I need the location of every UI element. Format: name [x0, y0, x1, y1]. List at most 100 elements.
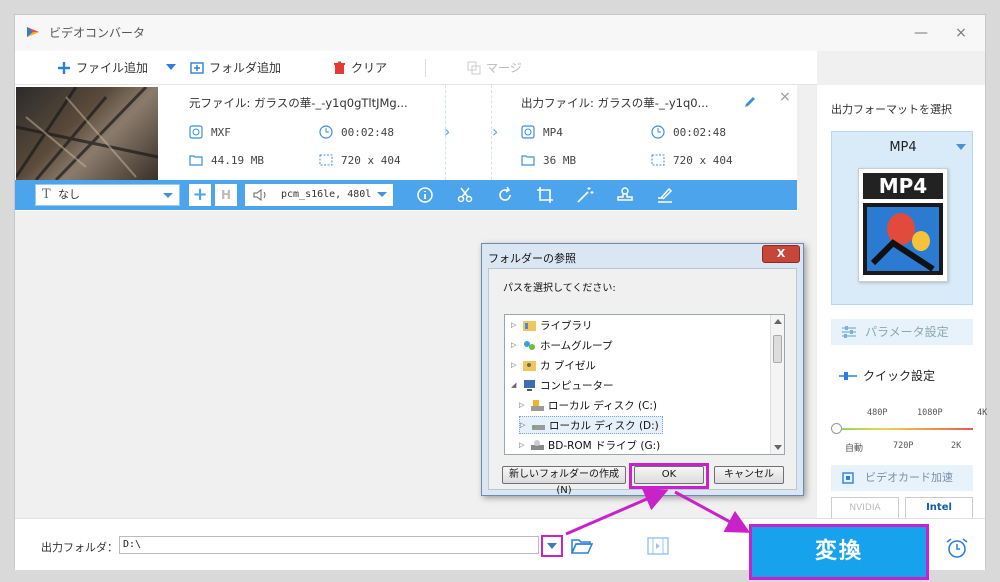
tree-scrollbar[interactable]: [770, 315, 784, 454]
quality-tick-1080p: 1080P: [917, 408, 943, 418]
browse-folder-dialog: フォルダーの参照 X パスを選択してください: ▷ ライブラリ ▷ ホームグルー…: [481, 243, 804, 496]
video-file-icon: [521, 125, 535, 139]
tree-item-computer[interactable]: ◢ コンピューター: [511, 376, 614, 394]
chevron-down-icon: [956, 144, 966, 150]
subtitle-select[interactable]: T なし: [35, 184, 180, 206]
chip-icon: [842, 472, 854, 484]
thumbnail-image: [16, 87, 158, 180]
hardsub-button[interactable]: H: [215, 184, 237, 206]
dialog-body: パスを選択してください: ▷ ライブラリ ▷ ホームグループ ▷ カ ブイゼル …: [488, 268, 797, 490]
tree-item-drive-g[interactable]: ▷ BD-ROM ドライブ (G:): [519, 436, 660, 454]
crop-icon[interactable]: [535, 185, 555, 205]
scroll-thumb[interactable]: [773, 335, 782, 363]
expand-icon: ▷: [511, 341, 517, 349]
effect-wand-icon[interactable]: [575, 185, 595, 205]
text-icon: T: [42, 187, 51, 202]
quality-slider-track[interactable]: [837, 428, 973, 430]
output-folder-label: 出力フォルダ：: [41, 541, 118, 554]
tree-item-library[interactable]: ▷ ライブラリ: [511, 316, 593, 334]
source-duration: 00:02:48: [319, 125, 394, 139]
add-file-dropdown-icon[interactable]: [166, 64, 176, 70]
quality-tick-4k: 4K: [977, 408, 988, 418]
intel-option[interactable]: Intel: [905, 497, 973, 519]
quality-tick-480p: 480P: [867, 408, 888, 418]
tree-item-user[interactable]: ▷ カ ブイゼル: [511, 356, 596, 374]
video-thumbnail[interactable]: [16, 87, 158, 180]
merge-icon: [467, 61, 481, 74]
scroll-up-icon[interactable]: [774, 319, 782, 324]
output-file-title: 出力ファイル: ガラスの華-_-y1q0...: [521, 96, 709, 110]
convert-button[interactable]: 変換: [749, 524, 929, 580]
quick-slider-icon: [839, 371, 857, 380]
source-size: 44.19 MB: [189, 153, 264, 167]
subtitle-edit-icon[interactable]: [655, 185, 675, 205]
parameter-settings-button[interactable]: パラメータ設定: [831, 319, 973, 345]
dialog-title: フォルダーの参照: [488, 252, 576, 265]
tree-item-drive-c[interactable]: ▷ ローカル ディスク (C:): [519, 396, 657, 414]
add-folder-button[interactable]: フォルダ追加: [190, 59, 281, 76]
expand-icon: ▷: [519, 441, 525, 449]
app-logo-icon: [27, 27, 39, 37]
tree-item-drive-d[interactable]: ▷ ローカル ディスク (D:): [519, 416, 663, 434]
gpu-acceleration-label: ビデオカード加速: [865, 471, 953, 484]
clear-button[interactable]: クリア: [333, 59, 387, 76]
merge-button[interactable]: マージ: [467, 59, 522, 76]
open-folder-icon[interactable]: [571, 537, 593, 555]
quality-tick-2k: 2K: [951, 441, 962, 451]
format-selector[interactable]: MP4 MP4: [831, 131, 973, 305]
quality-tick-720p: 720P: [893, 441, 914, 451]
cancel-button[interactable]: キャンセル: [714, 466, 784, 484]
merge-label: マージ: [486, 61, 522, 75]
expand-icon: ▷: [519, 401, 525, 409]
audio-track-select[interactable]: pcm_s16le, 480l: [245, 184, 393, 206]
folder-tree[interactable]: ▷ ライブラリ ▷ ホームグループ ▷ カ ブイゼル ◢ コンピューター ▷ ロ…: [504, 314, 785, 455]
minimize-button[interactable]: —: [911, 23, 931, 43]
format-sidebar: 出力フォーマットを選択 MP4 MP4 パラメータ設定 クイック設定 480P …: [817, 85, 988, 519]
sliders-icon: [842, 326, 856, 338]
clock-icon: [319, 125, 333, 139]
source-format: MXF: [189, 125, 231, 139]
format-badge: MP4: [863, 173, 943, 199]
parameter-settings-label: パラメータ設定: [865, 325, 949, 339]
scroll-down-icon[interactable]: [774, 445, 782, 450]
trash-icon: [334, 61, 345, 74]
nvidia-option[interactable]: NVIDIA: [831, 497, 899, 519]
remove-file-icon[interactable]: ×: [779, 89, 791, 105]
bottom-bar: 出力フォルダ： D:\ 変換: [15, 518, 985, 580]
disk-icon: [532, 424, 545, 430]
mp4-format-icon: MP4: [858, 168, 948, 282]
folder-icon: [521, 155, 535, 166]
info-icon[interactable]: [415, 185, 435, 205]
library-folder-icon: [523, 320, 536, 331]
watermark-stamp-icon[interactable]: [615, 185, 635, 205]
format-name: MP4: [889, 140, 917, 155]
computer-icon: [524, 379, 535, 391]
quality-slider-handle[interactable]: [831, 423, 842, 434]
resolution-icon: [651, 154, 665, 166]
alarm-clock-icon[interactable]: [945, 537, 969, 559]
quality-tick-auto: 自動: [845, 444, 864, 454]
output-format: MP4: [521, 125, 563, 139]
expand-icon: ▷: [511, 361, 517, 369]
close-button[interactable]: ×: [951, 23, 971, 43]
cut-icon[interactable]: [455, 185, 475, 205]
quick-settings-title: クイック設定: [839, 367, 935, 384]
edit-icon[interactable]: [743, 95, 757, 109]
output-folder-input[interactable]: D:\: [119, 536, 539, 554]
homegroup-icon: [524, 340, 535, 350]
dialog-close-button[interactable]: X: [762, 245, 800, 263]
new-folder-button[interactable]: 新しいフォルダーの作成(N): [502, 466, 626, 496]
source-file-title: 元ファイル: ガラスの華-_-y1q0gTltJMg...: [189, 96, 408, 110]
add-file-label: ファイル追加: [76, 61, 149, 75]
expand-icon: ▷: [511, 321, 517, 329]
tree-item-homegroup[interactable]: ▷ ホームグループ: [511, 336, 613, 354]
merge-output-icon[interactable]: [647, 537, 669, 555]
add-subtitle-button[interactable]: +: [189, 184, 211, 206]
gpu-acceleration-button[interactable]: ビデオカード加速: [831, 465, 973, 491]
rotate-icon[interactable]: [495, 185, 515, 205]
collapse-icon: ◢: [511, 381, 517, 389]
folder-add-icon: [190, 61, 204, 74]
add-file-button[interactable]: ファイル追加: [57, 59, 148, 76]
app-title: ビデオコンバータ: [49, 26, 146, 40]
output-folder-dropdown[interactable]: [541, 535, 563, 557]
